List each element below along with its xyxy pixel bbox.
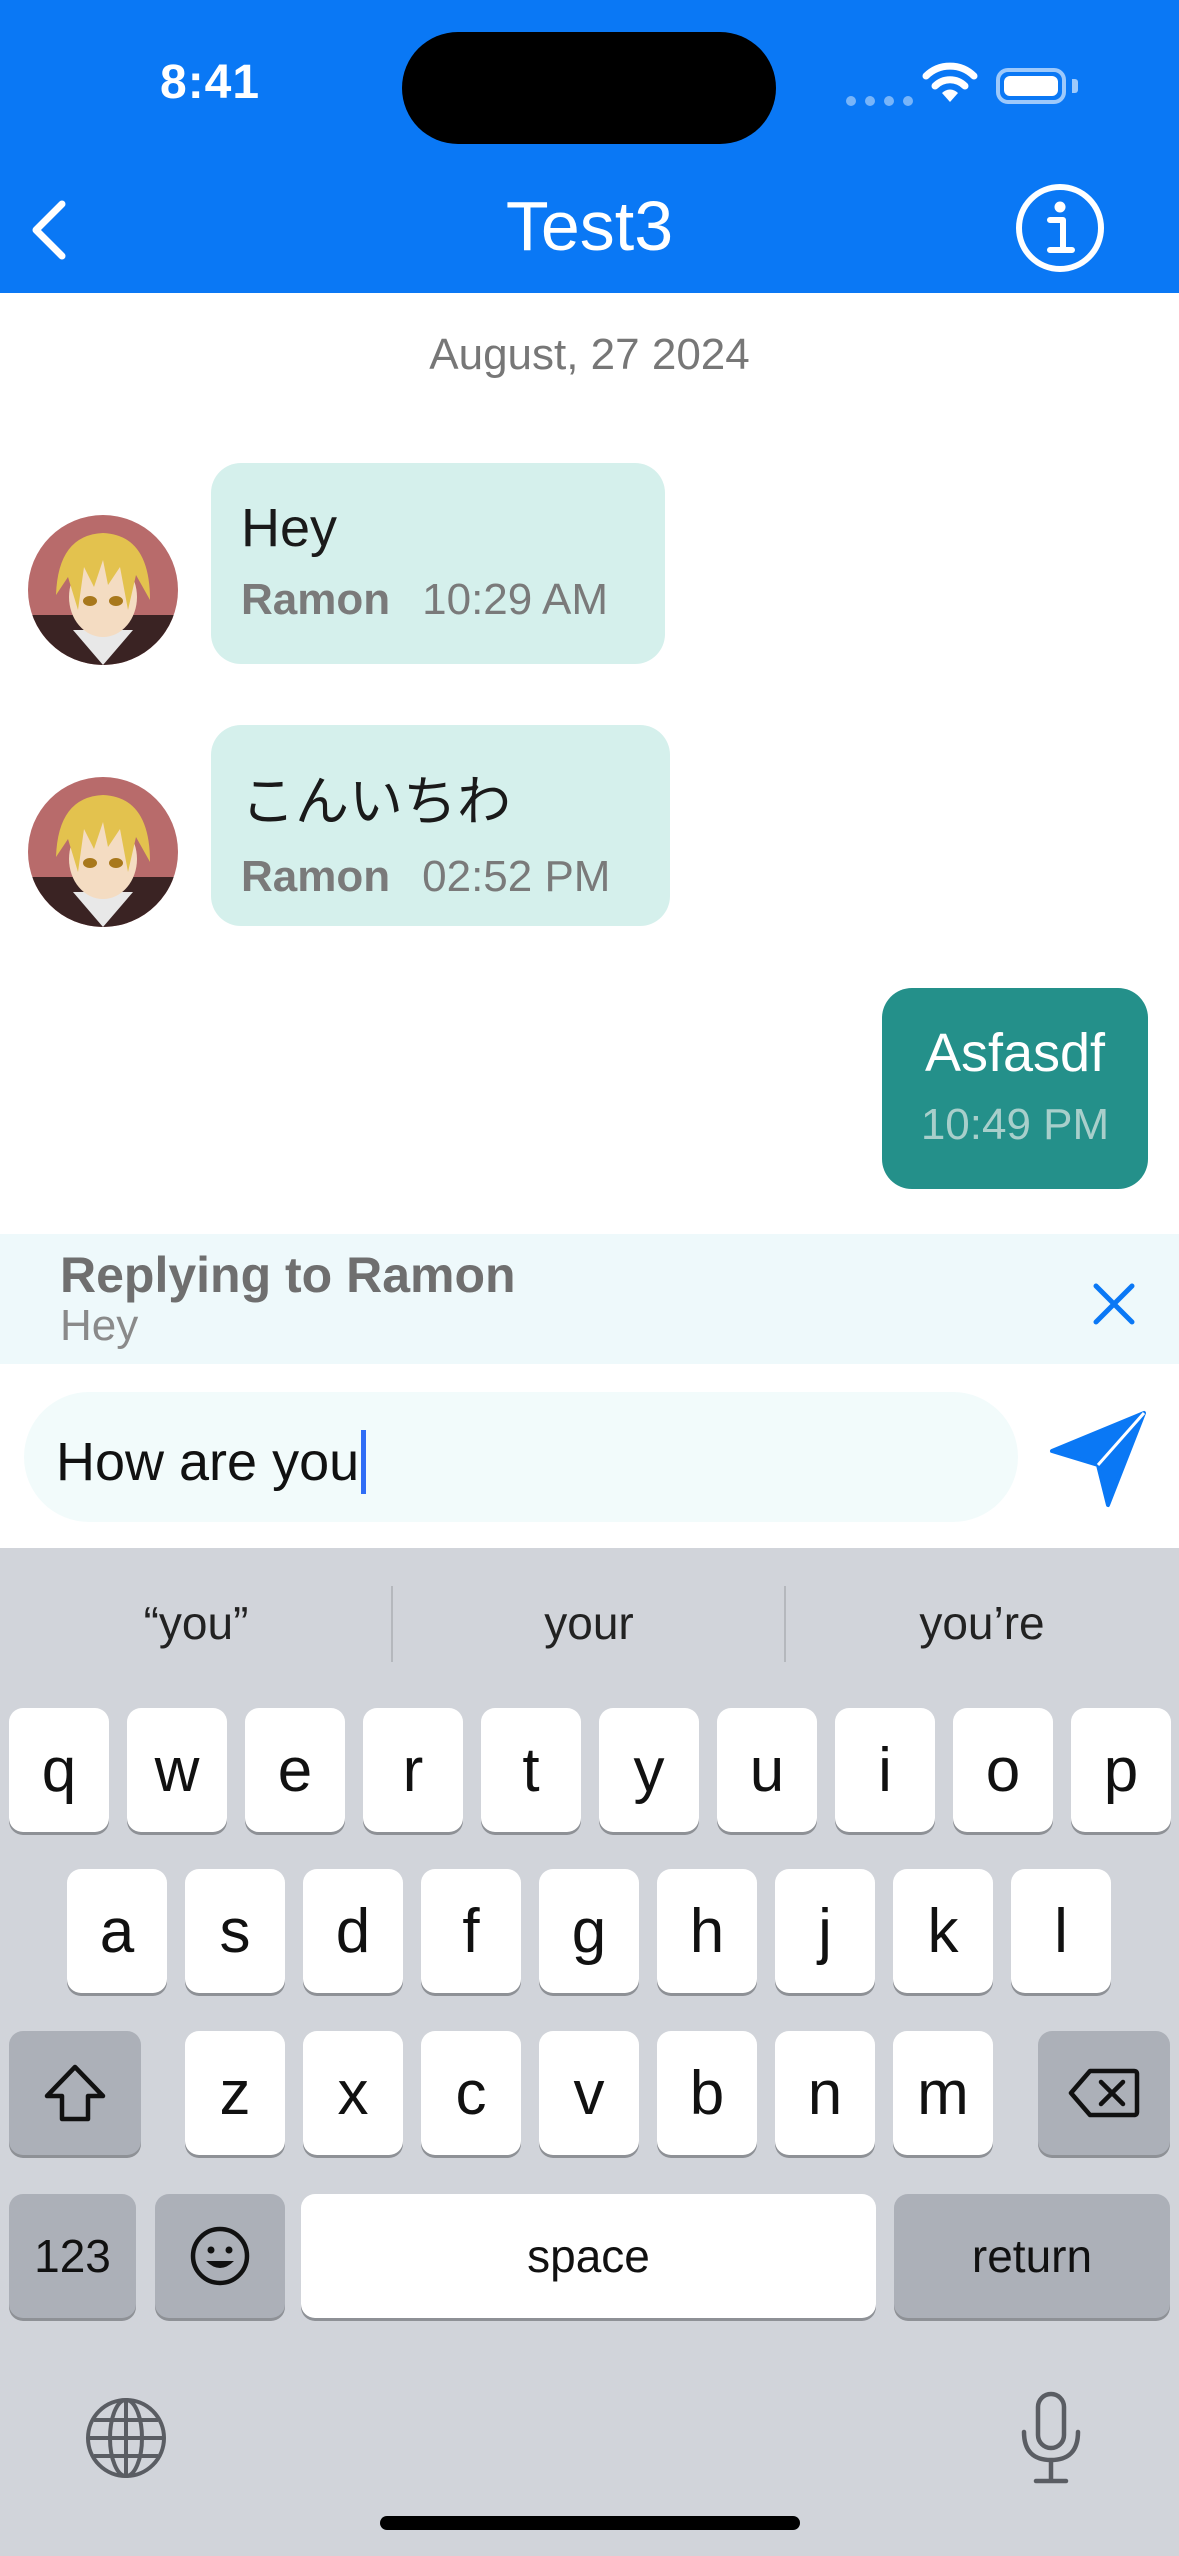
key-j[interactable]: j — [775, 1869, 875, 1993]
dynamic-island — [402, 32, 776, 144]
message-time: 02:52 PM — [422, 852, 611, 901]
key-y[interactable]: y — [599, 1708, 699, 1832]
shift-icon — [44, 2064, 106, 2122]
text-caret — [361, 1430, 367, 1494]
user-avatar-image — [28, 777, 178, 927]
space-key[interactable]: space — [301, 2194, 876, 2318]
key-z[interactable]: z — [185, 2031, 285, 2155]
message-bubble-outgoing[interactable]: Asfasdf 10:49 PM — [882, 988, 1148, 1189]
microphone-icon — [1021, 2391, 1081, 2484]
avatar[interactable] — [28, 777, 178, 927]
key-r[interactable]: r — [363, 1708, 463, 1832]
key-c[interactable]: c — [421, 2031, 521, 2155]
key-i[interactable]: i — [835, 1708, 935, 1832]
key-h[interactable]: h — [657, 1869, 757, 1993]
emoji-icon — [190, 2226, 250, 2286]
battery-tip — [1072, 79, 1078, 93]
send-icon — [1050, 1411, 1146, 1507]
send-button[interactable] — [1046, 1405, 1152, 1511]
message-time: 10:49 PM — [920, 1100, 1110, 1149]
key-k[interactable]: k — [893, 1869, 993, 1993]
key-a[interactable]: a — [67, 1869, 167, 1993]
battery-icon — [996, 68, 1066, 104]
key-s[interactable]: s — [185, 1869, 285, 1993]
key-l[interactable]: l — [1011, 1869, 1111, 1993]
home-indicator — [380, 2516, 800, 2530]
backspace-icon — [1068, 2068, 1140, 2118]
chat-title: Test3 — [505, 187, 674, 265]
message-bubble[interactable]: こんいちわ Ramon 02:52 PM — [211, 725, 670, 926]
info-button[interactable] — [1014, 182, 1106, 274]
key-p[interactable]: p — [1071, 1708, 1171, 1832]
message-time: 10:29 AM — [422, 575, 609, 624]
message-text: Asfasdf — [924, 1023, 1106, 1083]
key-u[interactable]: u — [717, 1708, 817, 1832]
info-icon — [1016, 184, 1104, 272]
suggestion-1[interactable]: “you” — [0, 1596, 392, 1650]
key-x[interactable]: x — [303, 2031, 403, 2155]
key-b[interactable]: b — [657, 2031, 757, 2155]
delete-key[interactable] — [1038, 2031, 1170, 2155]
key-f[interactable]: f — [421, 1869, 521, 1993]
key-v[interactable]: v — [539, 2031, 639, 2155]
numbers-key[interactable]: 123 — [9, 2194, 136, 2318]
reply-quote: Hey — [60, 1301, 139, 1350]
message-text: こんいちわ — [241, 772, 511, 832]
shift-key[interactable] — [9, 2031, 141, 2155]
message-bubble[interactable]: Hey Ramon 10:29 AM — [211, 463, 665, 664]
emoji-key[interactable] — [155, 2194, 285, 2318]
cellular-signal-icon — [846, 96, 913, 106]
message-sender: Ramon — [241, 852, 391, 901]
key-q[interactable]: q — [9, 1708, 109, 1832]
message-meta: Ramon 10:29 AM — [241, 575, 635, 625]
key-e[interactable]: e — [245, 1708, 345, 1832]
return-key[interactable]: return — [894, 2194, 1170, 2318]
suggestion-3[interactable]: you’re — [786, 1596, 1178, 1650]
wifi-icon — [922, 62, 978, 109]
suggestion-2[interactable]: your — [393, 1596, 785, 1650]
key-m[interactable]: m — [893, 2031, 993, 2155]
avatar[interactable] — [28, 515, 178, 665]
message-input-value: How are you — [56, 1432, 360, 1492]
dictation-button[interactable] — [1016, 2390, 1086, 2486]
key-n[interactable]: n — [775, 2031, 875, 2155]
key-g[interactable]: g — [539, 1869, 639, 1993]
user-avatar-image — [28, 515, 178, 665]
key-d[interactable]: d — [303, 1869, 403, 1993]
message-text: Hey — [241, 498, 338, 558]
key-o[interactable]: o — [953, 1708, 1053, 1832]
message-sender: Ramon — [241, 575, 391, 624]
key-w[interactable]: w — [127, 1708, 227, 1832]
globe-button[interactable] — [84, 2396, 168, 2480]
close-icon — [1093, 1283, 1135, 1325]
date-separator: August, 27 2024 — [429, 330, 750, 379]
globe-icon — [86, 2398, 166, 2478]
cancel-reply-button[interactable] — [1084, 1274, 1144, 1334]
key-t[interactable]: t — [481, 1708, 581, 1832]
status-time: 8:41 — [160, 56, 261, 109]
message-meta: Ramon 02:52 PM — [241, 852, 640, 902]
reply-title: Replying to Ramon — [60, 1247, 516, 1303]
message-input-text[interactable]: How are you — [56, 1430, 367, 1494]
